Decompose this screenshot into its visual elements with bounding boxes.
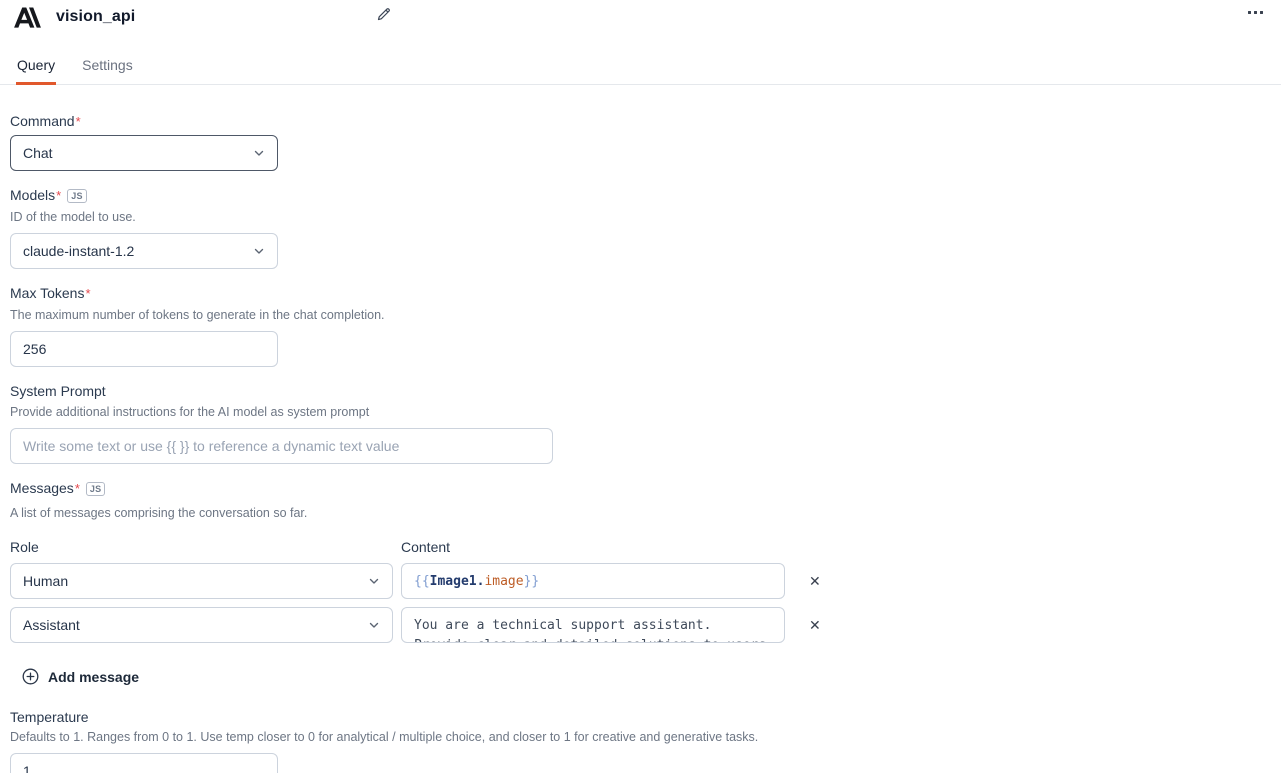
code-brace: {{ [414, 574, 430, 589]
command-label: Command* [10, 113, 81, 130]
plus-circle-icon [22, 668, 39, 685]
field-system-prompt: System Prompt Provide additional instruc… [10, 383, 1281, 464]
message-row: Assistant You are a technical support as… [10, 607, 1281, 643]
chevron-down-icon [253, 147, 265, 159]
close-icon: ✕ [809, 573, 821, 589]
code-property: image [484, 574, 523, 589]
chevron-down-icon [368, 619, 380, 631]
max-tokens-label: Max Tokens* [10, 285, 91, 302]
chevron-down-icon [253, 245, 265, 257]
remove-message-button[interactable]: ✕ [807, 572, 823, 590]
messages-helper-text: A list of messages comprising the conver… [10, 506, 1281, 521]
add-message-label: Add message [48, 669, 139, 685]
system-prompt-helper-text: Provide additional instructions for the … [10, 405, 1281, 420]
query-form: Command* Chat Models* JS ID of the model… [0, 85, 1281, 773]
edit-title-button[interactable] [375, 6, 393, 24]
role-select-value: Human [23, 573, 68, 589]
temperature-label: Temperature [10, 709, 89, 725]
models-select-value: claude-instant-1.2 [23, 243, 134, 259]
tab-settings[interactable]: Settings [81, 57, 134, 84]
anthropic-logo-icon [14, 6, 41, 29]
code-object: Image1. [430, 574, 485, 589]
max-tokens-helper-text: The maximum number of tokens to generate… [10, 308, 1281, 323]
field-max-tokens: Max Tokens* The maximum number of tokens… [10, 285, 1281, 367]
page-title: vision_api [56, 8, 135, 26]
message-row: Human {{Image1.image}} ✕ [10, 563, 1281, 599]
code-brace: }} [524, 574, 540, 589]
command-select-value: Chat [23, 145, 53, 161]
role-column-label: Role [10, 539, 393, 555]
temperature-helper-text: Defaults to 1. Ranges from 0 to 1. Use t… [10, 730, 1281, 745]
field-messages: Messages* JS A list of messages comprisi… [10, 480, 1281, 685]
content-column-label: Content [401, 539, 785, 555]
role-select-assistant[interactable]: Assistant [10, 607, 393, 643]
tab-bar: Query Settings [0, 57, 1281, 85]
field-temperature: Temperature Defaults to 1. Ranges from 0… [10, 709, 1281, 773]
role-select-human[interactable]: Human [10, 563, 393, 599]
max-tokens-input[interactable] [10, 331, 278, 367]
ellipsis-icon [1248, 11, 1251, 14]
tab-query[interactable]: Query [16, 57, 56, 84]
js-toggle-badge[interactable]: JS [86, 482, 106, 496]
message-content-input[interactable]: {{Image1.image}} [401, 563, 785, 599]
close-icon: ✕ [809, 617, 821, 633]
messages-column-headers: Role Content [10, 539, 1281, 555]
pencil-icon [376, 6, 392, 22]
required-asterisk: * [85, 286, 90, 301]
required-asterisk: * [56, 188, 61, 203]
app-header: vision_api [0, 0, 1281, 30]
models-select[interactable]: claude-instant-1.2 [10, 233, 278, 269]
required-asterisk: * [75, 481, 80, 496]
field-command: Command* Chat [10, 113, 1281, 171]
system-prompt-label: System Prompt [10, 383, 106, 399]
more-options-button[interactable] [1245, 8, 1266, 17]
field-models: Models* JS ID of the model to use. claud… [10, 187, 1281, 269]
models-label: Models* [10, 187, 61, 204]
message-content-input[interactable]: You are a technical support assistant. P… [401, 607, 785, 643]
models-helper-text: ID of the model to use. [10, 210, 1281, 225]
system-prompt-input[interactable] [10, 428, 553, 464]
add-message-button[interactable]: Add message [22, 668, 139, 685]
command-select[interactable]: Chat [10, 135, 278, 171]
chevron-down-icon [368, 575, 380, 587]
temperature-input[interactable] [10, 753, 278, 773]
required-asterisk: * [76, 114, 81, 129]
js-toggle-badge[interactable]: JS [67, 189, 87, 203]
role-select-value: Assistant [23, 617, 80, 633]
remove-message-button[interactable]: ✕ [807, 616, 823, 634]
messages-label: Messages* [10, 480, 80, 497]
